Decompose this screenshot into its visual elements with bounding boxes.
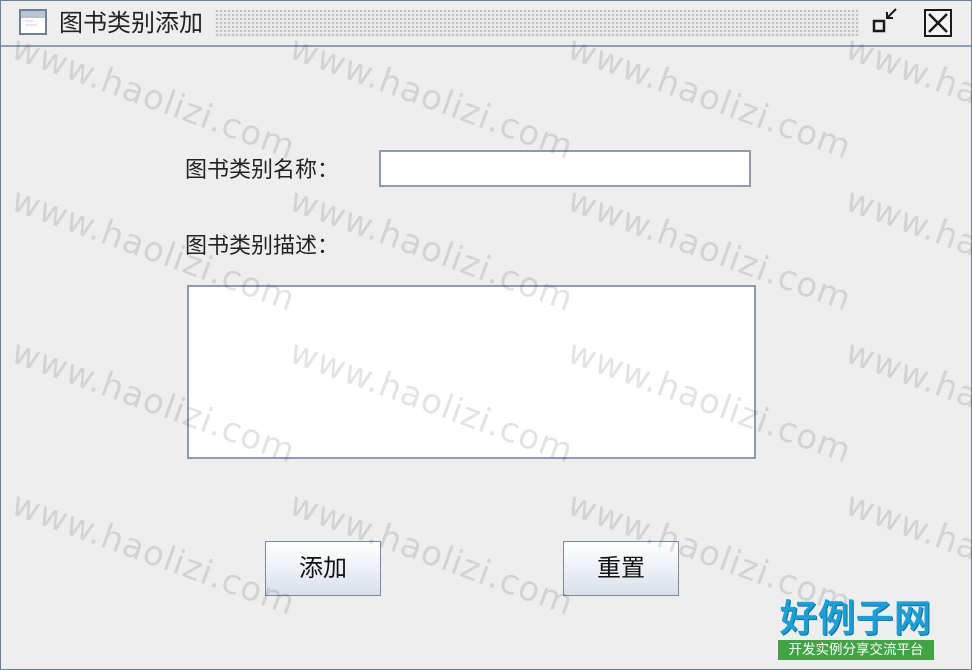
logo-tagline: 开发实例分享交流平台 — [778, 640, 934, 660]
category-name-input[interactable] — [379, 150, 751, 187]
close-icon[interactable] — [923, 8, 953, 38]
window-title: 图书类别添加 — [59, 9, 203, 37]
logo-title: 好例子网 — [780, 597, 932, 640]
category-name-label: 图书类别名称： — [185, 158, 340, 183]
category-description-label: 图书类别描述： — [185, 234, 340, 259]
add-button[interactable]: 添加 — [265, 541, 381, 596]
title-bar[interactable]: 图书类别添加 — [1, 1, 971, 47]
window-icon — [19, 9, 47, 35]
reset-button[interactable]: 重置 — [563, 541, 679, 596]
category-description-textarea[interactable] — [187, 285, 756, 459]
dialog-window: 图书类别添加 图书类别名称： 图书类别描述： 添加 重置 — [0, 0, 972, 670]
site-logo: 好例子网 开发实例分享交流平台 — [776, 598, 936, 664]
minimize-icon[interactable] — [867, 5, 901, 39]
title-drag-area[interactable] — [215, 9, 859, 37]
